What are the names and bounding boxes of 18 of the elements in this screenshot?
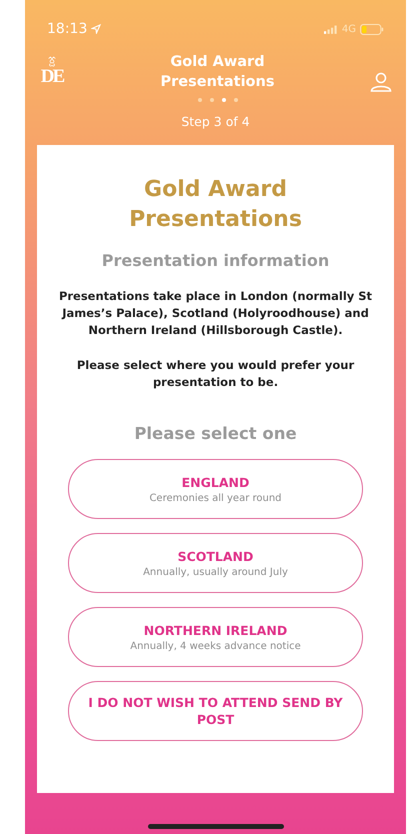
select-prompt: Please select one [134, 424, 297, 443]
option-button[interactable]: I DO NOT WISH TO ATTEND SEND BY POST [68, 681, 363, 741]
status-time: 18:13 [47, 21, 88, 37]
logo-text: DE [40, 68, 64, 86]
card-title: Gold Award Presentations [128, 176, 303, 234]
option-button[interactable]: SCOTLAND Annually, usually around July [68, 533, 363, 593]
header-title: Gold Award Presentations [160, 53, 276, 92]
location-icon [91, 24, 102, 34]
network-label: 4G [342, 24, 356, 34]
profile-icon[interactable] [370, 72, 392, 92]
signal-icon [324, 24, 338, 34]
info-text: Please select where you would prefer your presentation to be. [76, 357, 356, 391]
battery-icon [360, 24, 384, 34]
option-button[interactable]: ENGLAND Ceremonies all year round [68, 459, 363, 519]
step-label: Step 3 of 4 [181, 114, 250, 129]
info-text: Presentations take place in London (normally St James’s Palace), Scotland (Holyroodhouse) and Northern Ireland (Hillsborough Castle). [58, 288, 374, 339]
section-heading: Presentation information [102, 251, 330, 270]
option-button[interactable]: NORTHERN IRELAND Annually, 4 weeks advance notice [68, 607, 363, 667]
